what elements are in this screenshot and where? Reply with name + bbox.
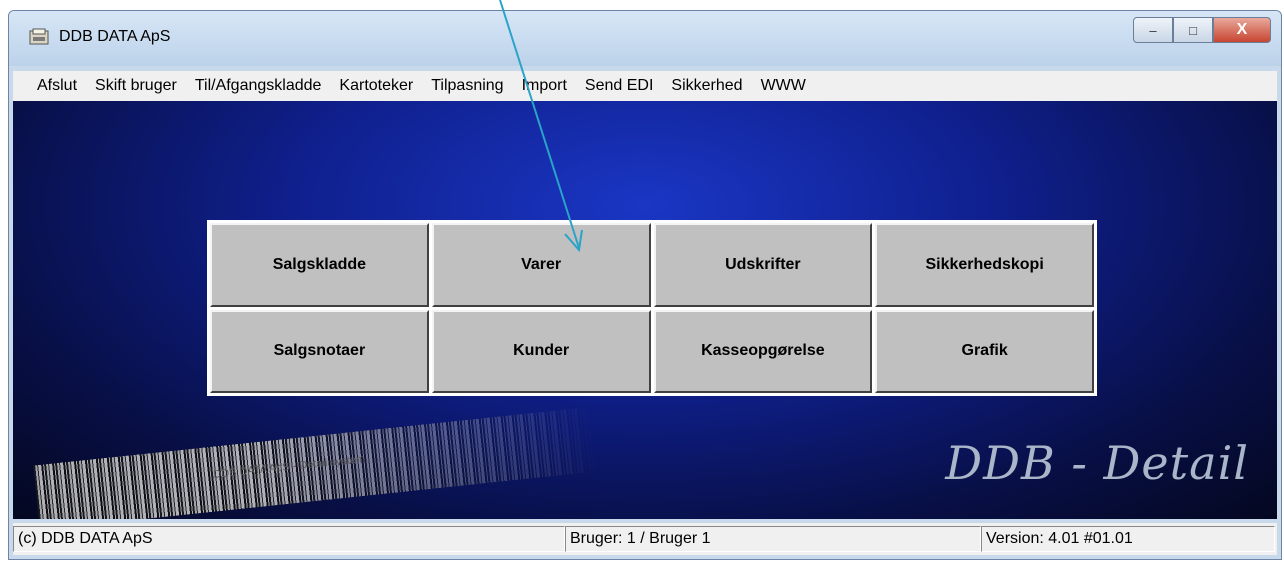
annotation-arrow: [499, 0, 583, 253]
arrow-line: [499, 0, 580, 249]
